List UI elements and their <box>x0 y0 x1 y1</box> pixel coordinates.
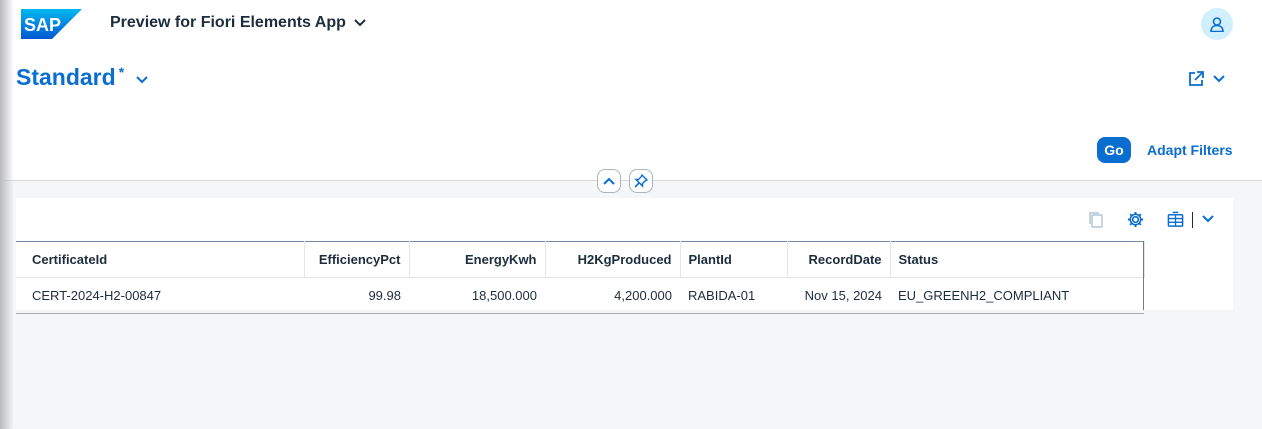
pin-header-button[interactable] <box>629 169 653 193</box>
cell-plantid: RABIDA-01 <box>680 277 787 314</box>
chevron-down-icon <box>136 75 148 83</box>
chevron-down-icon[interactable] <box>1202 215 1214 223</box>
app-title-menu[interactable]: Preview for Fiori Elements App <box>110 14 366 32</box>
sap-logo-text: SAP <box>24 15 61 35</box>
variant-selector[interactable]: Standard * <box>16 64 148 91</box>
cell-recorddate: Nov 15, 2024 <box>787 277 890 314</box>
table-row[interactable]: CERT-2024-H2-00847 99.98 18,500.000 4,20… <box>16 277 1144 314</box>
variant-title: Standard <box>16 64 116 90</box>
settings-icon[interactable] <box>1127 211 1144 228</box>
cell-energykwh: 18,500.000 <box>409 277 545 314</box>
cell-certificateid: CERT-2024-H2-00847 <box>16 277 304 314</box>
user-icon <box>1210 16 1224 32</box>
adapt-filters-button[interactable]: Adapt Filters <box>1147 142 1233 158</box>
toolbar-separator <box>1192 212 1193 228</box>
column-header-efficiencypct[interactable]: EfficiencyPct <box>304 241 410 278</box>
export-icon[interactable] <box>1167 211 1184 228</box>
cell-efficiencypct: 99.98 <box>304 277 409 314</box>
variant-modified-marker: * <box>118 63 125 80</box>
pin-icon <box>634 174 648 188</box>
column-header-certificateid[interactable]: CertificateId <box>16 241 305 278</box>
chevron-down-icon <box>1213 75 1225 83</box>
column-header-plantid[interactable]: PlantId <box>680 241 788 278</box>
share-icon <box>1189 71 1204 86</box>
table-right-border <box>1143 241 1144 310</box>
column-header-recorddate[interactable]: RecordDate <box>787 241 891 278</box>
copy-icon[interactable] <box>1088 211 1104 229</box>
app-title: Preview for Fiori Elements App <box>110 14 346 31</box>
column-header-status[interactable]: Status <box>890 241 1145 278</box>
results-table: CertificateId EfficiencyPct EnergyKwh H2… <box>16 241 1145 314</box>
column-header-energykwh[interactable]: EnergyKwh <box>409 241 546 278</box>
cell-h2kgproduced: 4,200.000 <box>545 277 680 314</box>
go-button[interactable]: Go <box>1097 137 1131 163</box>
collapse-icon <box>603 177 615 185</box>
column-header-h2kgproduced[interactable]: H2KgProduced <box>545 241 681 278</box>
chevron-down-icon <box>354 19 366 27</box>
share-button[interactable] <box>1187 70 1225 88</box>
user-avatar[interactable] <box>1201 8 1233 40</box>
collapse-header-button[interactable] <box>597 169 621 193</box>
cell-status: EU_GREENH2_COMPLIANT <box>890 277 1144 314</box>
left-shadow <box>0 0 14 429</box>
sap-logo[interactable]: SAP <box>21 9 82 39</box>
table-header-row: CertificateId EfficiencyPct EnergyKwh H2… <box>16 241 1145 278</box>
